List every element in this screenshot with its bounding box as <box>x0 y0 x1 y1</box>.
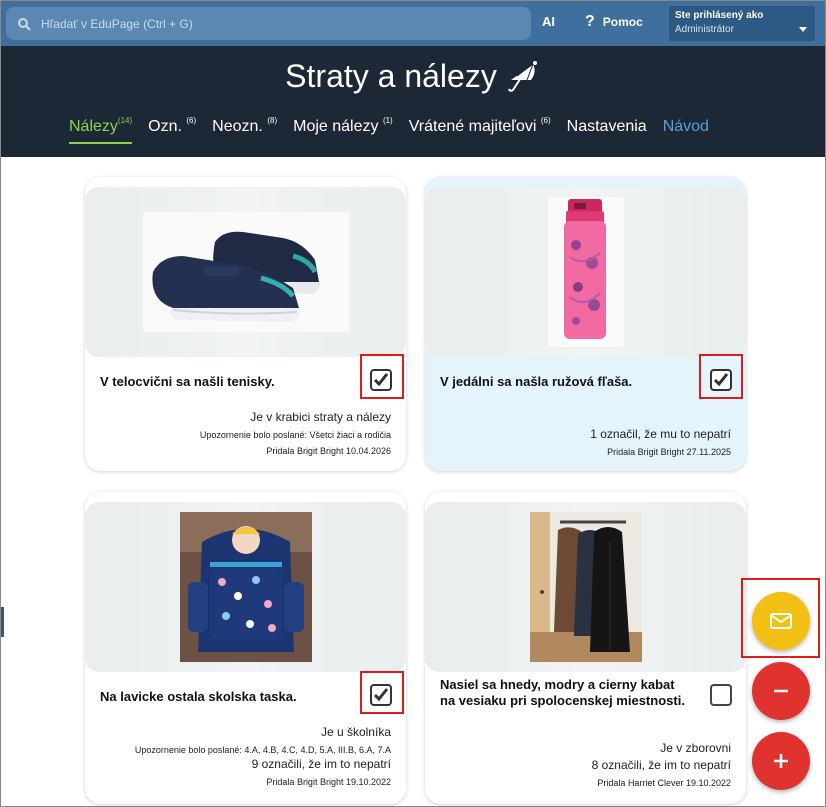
item-image-area <box>85 187 406 357</box>
coats-image <box>529 512 642 662</box>
tab-count: (8) <box>267 116 278 125</box>
highlight-box <box>360 354 404 399</box>
item-added-by: Pridala Brigit Bright 27.11.2025 <box>607 447 731 457</box>
help-button[interactable]: ? Pomoc <box>585 13 643 31</box>
item-marked-count: 1 označil, že mu to nepatrí <box>590 427 731 441</box>
umbrella-icon <box>507 60 537 92</box>
tab-label: Ozn. <box>148 118 182 135</box>
tab-count: (6) <box>540 116 551 125</box>
user-menu[interactable]: Ste prihlásený ako Administrátor <box>669 6 815 41</box>
tab-marked[interactable]: Ozn. (6) <box>148 116 197 144</box>
found-item-card[interactable]: V jedálni sa našla ružová fľaša. 1 označ… <box>425 177 746 471</box>
search-placeholder: Hľadať v EduPage (Ctrl + G) <box>41 16 193 31</box>
plus-icon <box>774 754 788 768</box>
tab-guide[interactable]: Návod <box>663 118 709 144</box>
tab-settings[interactable]: Nastavenia <box>567 118 647 144</box>
item-marked-count: 9 označili, že im to nepatrí <box>251 757 391 771</box>
tab-label: Neozn. <box>212 118 263 135</box>
search-input[interactable]: Hľadať v EduPage (Ctrl + G) <box>6 7 531 40</box>
tab-label: Nastavenia <box>566 118 647 135</box>
item-meta: Je v krabici straty a nálezy Upozornenie… <box>200 410 391 456</box>
item-title: V jedálni sa našla ružová fľaša. <box>440 374 633 389</box>
minus-icon <box>774 689 788 693</box>
add-item-button[interactable] <box>752 732 810 790</box>
item-marked-count: 8 označili, že im to nepatrí <box>591 758 731 772</box>
page-title: Straty a nálezy <box>1 58 825 95</box>
chevron-down-icon <box>799 27 807 32</box>
tab-unmarked[interactable]: Neozn. (8) <box>212 116 278 144</box>
tab-my-findings[interactable]: Moje nálezy (1) <box>293 116 393 144</box>
remove-button[interactable] <box>752 662 810 720</box>
tab-count: (1) <box>382 116 393 125</box>
tab-label: Návod <box>662 118 709 135</box>
item-notice: Upozornenie bolo poslané: 4.A, 4.B, 4.C,… <box>134 745 391 755</box>
help-label: Pomoc <box>602 15 643 29</box>
item-image-area <box>425 187 746 357</box>
tab-label: Moje nálezy <box>293 118 379 135</box>
found-item-card[interactable]: V telocvični sa našli tenisky. Je v krab… <box>85 177 406 471</box>
page-header: Straty a nálezy Nálezy(14) Ozn. (6) Neoz… <box>1 46 825 157</box>
item-meta: Je v zborovni 8 označili, že im to nepat… <box>592 741 731 788</box>
item-location: Je v zborovni <box>660 741 731 755</box>
highlight-box <box>699 354 743 399</box>
item-added-by: Pridala Brigit Bright 19.10.2022 <box>266 777 391 787</box>
item-image-area <box>85 502 406 672</box>
ownership-checkbox[interactable] <box>710 684 732 706</box>
user-role: Administrátor <box>675 24 734 35</box>
sneakers-image <box>142 212 349 332</box>
item-title: Na lavicke ostala skolska taska. <box>100 689 297 704</box>
tab-returned[interactable]: Vrátené majiteľovi (6) <box>408 116 551 144</box>
tab-bar: Nálezy(14) Ozn. (6) Neozn. (8) Moje nále… <box>69 116 725 144</box>
item-title: Nasiel sa hnedy, modry a cierny kabat na… <box>440 677 685 708</box>
highlight-box <box>360 671 404 714</box>
page-title-text: Straty a nálezy <box>285 58 497 94</box>
scroll-edge-marker <box>1 607 4 637</box>
item-location: Je u školníka <box>320 725 391 739</box>
item-meta: Je u školníka Upozornenie bolo poslané: … <box>135 725 391 787</box>
user-status-label: Ste prihlásený ako <box>675 10 764 21</box>
tab-count: (6) <box>186 116 197 125</box>
found-item-card[interactable]: Na lavicke ostala skolska taska. Je u šk… <box>85 492 406 804</box>
tab-label: Nálezy <box>69 118 118 135</box>
pink-bottle-image <box>547 197 624 347</box>
ai-button[interactable]: AI <box>542 14 555 29</box>
search-icon <box>18 17 31 31</box>
found-item-card[interactable]: Nasiel sa hnedy, modry a cierny kabat na… <box>425 492 746 804</box>
top-bar: Hľadať v EduPage (Ctrl + G) AI ? Pomoc S… <box>1 1 825 46</box>
highlight-box <box>741 578 820 658</box>
item-title: V telocvični sa našli tenisky. <box>100 374 275 389</box>
question-icon: ? <box>585 13 595 30</box>
tab-found[interactable]: Nálezy(14) <box>69 116 133 144</box>
item-meta: 1 označil, že mu to nepatrí Pridala Brig… <box>590 427 731 457</box>
item-location: Je v krabici straty a nálezy <box>250 410 391 424</box>
item-added-by: Pridala Brigit Bright 10.04.2026 <box>266 446 391 456</box>
tab-count: (14) <box>117 116 133 125</box>
item-notice: Upozornenie bolo poslané: Všetci žiaci a… <box>199 430 391 440</box>
school-bag-image <box>179 512 312 662</box>
tab-label: Vrátené majiteľovi <box>408 118 537 135</box>
item-image-area <box>425 502 746 672</box>
item-added-by: Pridala Harriet Clever 19.10.2022 <box>597 778 731 788</box>
